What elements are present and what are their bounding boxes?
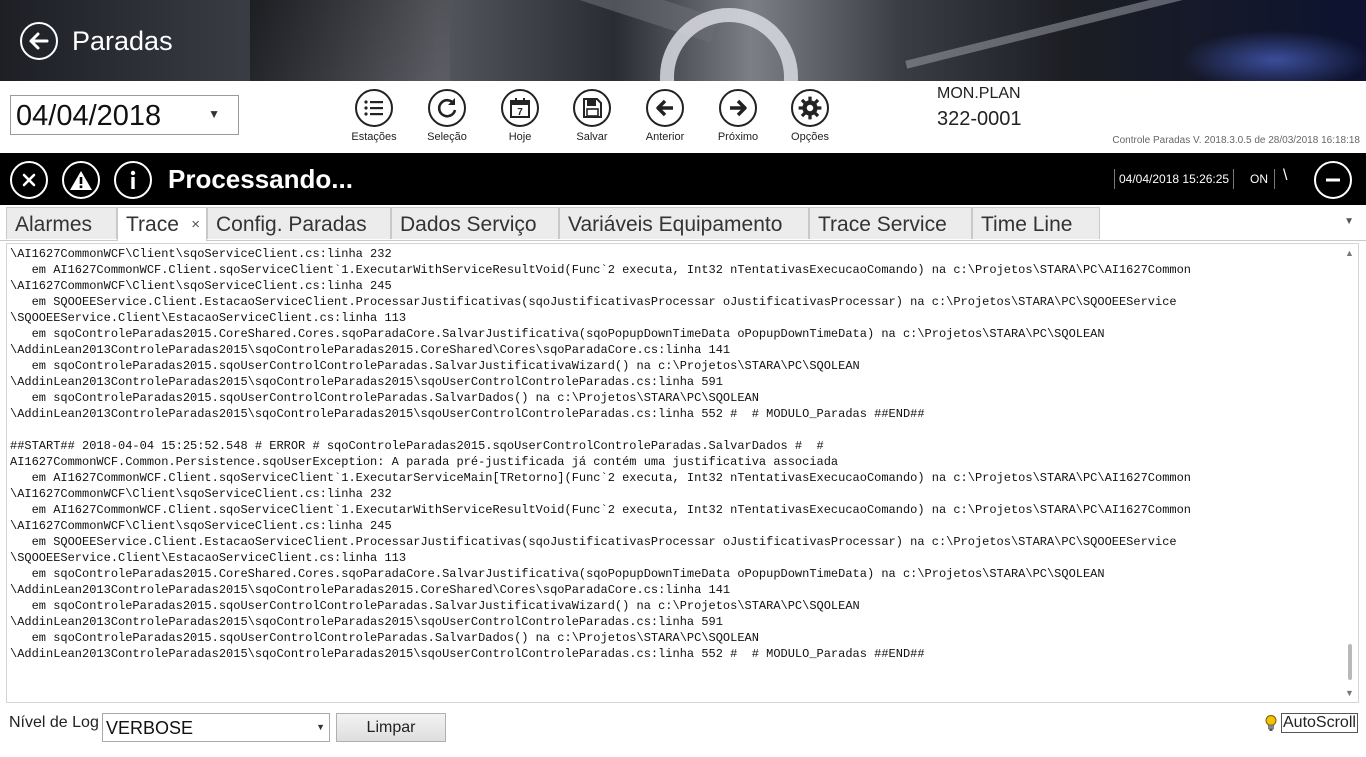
arrow-left-icon bbox=[29, 32, 49, 50]
warning-icon bbox=[70, 171, 92, 190]
version-text: Controle Paradas V. 2018.3.0.5 de 28/03/… bbox=[1112, 135, 1360, 146]
stations-button[interactable]: Estações bbox=[339, 89, 409, 143]
list-icon bbox=[355, 89, 393, 127]
tab-label: Variáveis Equipamento bbox=[568, 213, 783, 236]
tab-time-line[interactable]: Time Line bbox=[972, 207, 1100, 239]
tab-dados-servico[interactable]: Dados Serviço bbox=[391, 207, 559, 239]
autoscroll-label: AutoScroll bbox=[1281, 713, 1358, 733]
save-button[interactable]: Salvar bbox=[557, 89, 627, 143]
today-button[interactable]: 7 Hoje bbox=[485, 89, 555, 143]
calendar-icon: 7 bbox=[501, 89, 539, 127]
mon-plan-label: MON.PLAN bbox=[937, 85, 1021, 102]
mon-plan-code: 322-0001 bbox=[937, 108, 1022, 130]
tab-label: Alarmes bbox=[15, 213, 93, 236]
status-bar: Processando... 04/04/2018 15:26:25 ON \ bbox=[0, 153, 1366, 205]
info-button[interactable] bbox=[114, 161, 152, 199]
chevron-down-icon: ▼ bbox=[316, 722, 325, 732]
vertical-scrollbar[interactable]: ▲ ▼ bbox=[1342, 244, 1358, 702]
activity-spinner: \ bbox=[1283, 167, 1288, 184]
warning-button[interactable] bbox=[62, 161, 100, 199]
minus-icon bbox=[1326, 178, 1340, 182]
save-icon bbox=[573, 89, 611, 127]
tab-label: Trace bbox=[126, 213, 179, 236]
selection-label: Seleção bbox=[427, 131, 467, 143]
page-title: Paradas bbox=[72, 26, 173, 56]
svg-text:7: 7 bbox=[517, 107, 523, 118]
previous-label: Anterior bbox=[645, 131, 685, 143]
minimize-button[interactable] bbox=[1314, 161, 1352, 199]
tab-variaveis-equipamento[interactable]: Variáveis Equipamento bbox=[559, 207, 809, 239]
close-tab-icon[interactable]: × bbox=[191, 208, 200, 241]
tab-label: Trace Service bbox=[818, 213, 947, 236]
log-level-value: VERBOSE bbox=[106, 718, 194, 738]
options-label: Opções bbox=[791, 131, 829, 143]
today-label: Hoje bbox=[508, 131, 532, 143]
cancel-button[interactable] bbox=[10, 161, 48, 199]
save-label: Salvar bbox=[576, 131, 608, 143]
scroll-thumb[interactable] bbox=[1348, 644, 1352, 680]
tab-trace[interactable]: Trace × bbox=[117, 207, 207, 241]
tab-label: Dados Serviço bbox=[400, 213, 537, 236]
chevron-down-icon: ▼ bbox=[208, 107, 220, 121]
selection-button[interactable]: Seleção bbox=[412, 89, 482, 143]
next-label: Próximo bbox=[717, 131, 759, 143]
autoscroll-toggle[interactable]: AutoScroll bbox=[1264, 711, 1358, 735]
previous-button[interactable]: Anterior bbox=[630, 89, 700, 143]
info-icon bbox=[130, 170, 136, 189]
status-text: Processando... bbox=[168, 164, 353, 194]
tab-trace-service[interactable]: Trace Service bbox=[809, 207, 972, 239]
scroll-down-icon[interactable]: ▼ bbox=[1345, 688, 1354, 698]
stations-label: Estações bbox=[351, 131, 397, 143]
tab-alarmes[interactable]: Alarmes bbox=[6, 207, 117, 239]
log-level-select[interactable]: VERBOSE ▼ bbox=[102, 713, 330, 742]
date-value: 04/04/2018 bbox=[16, 100, 162, 132]
tab-label: Config. Paradas bbox=[216, 213, 367, 236]
lightbulb-icon bbox=[1265, 715, 1277, 731]
arrow-left-circle-icon bbox=[646, 89, 684, 127]
header-banner: Paradas bbox=[0, 0, 1366, 81]
chevron-down-icon[interactable]: ▼ bbox=[1344, 216, 1354, 227]
banner-graphic bbox=[1180, 30, 1366, 81]
tab-bar: Alarmes Trace × Config. Paradas Dados Ser… bbox=[0, 206, 1366, 241]
log-level-label: Nível de Log bbox=[9, 714, 99, 731]
arrow-right-circle-icon bbox=[719, 89, 757, 127]
next-button[interactable]: Próximo bbox=[703, 89, 773, 143]
close-icon bbox=[22, 173, 36, 187]
connection-status: ON bbox=[1250, 169, 1275, 189]
scroll-up-icon[interactable]: ▲ bbox=[1345, 248, 1354, 258]
clear-button[interactable]: Limpar bbox=[336, 713, 446, 742]
status-datetime: 04/04/2018 15:26:25 bbox=[1114, 169, 1235, 189]
tab-config-paradas[interactable]: Config. Paradas bbox=[207, 207, 391, 239]
options-button[interactable]: Opções bbox=[775, 89, 845, 143]
trace-log[interactable]: \AI1627CommonWCF\Client\sqoServiceClient… bbox=[6, 243, 1359, 703]
log-text: \AI1627CommonWCF\Client\sqoServiceClient… bbox=[10, 247, 1191, 661]
back-button[interactable] bbox=[20, 22, 58, 60]
tab-label: Time Line bbox=[981, 213, 1073, 236]
gear-icon bbox=[791, 89, 829, 127]
date-picker[interactable]: 04/04/2018 ▼ bbox=[10, 95, 239, 135]
refresh-icon bbox=[428, 89, 466, 127]
banner-graphic bbox=[250, 0, 450, 81]
